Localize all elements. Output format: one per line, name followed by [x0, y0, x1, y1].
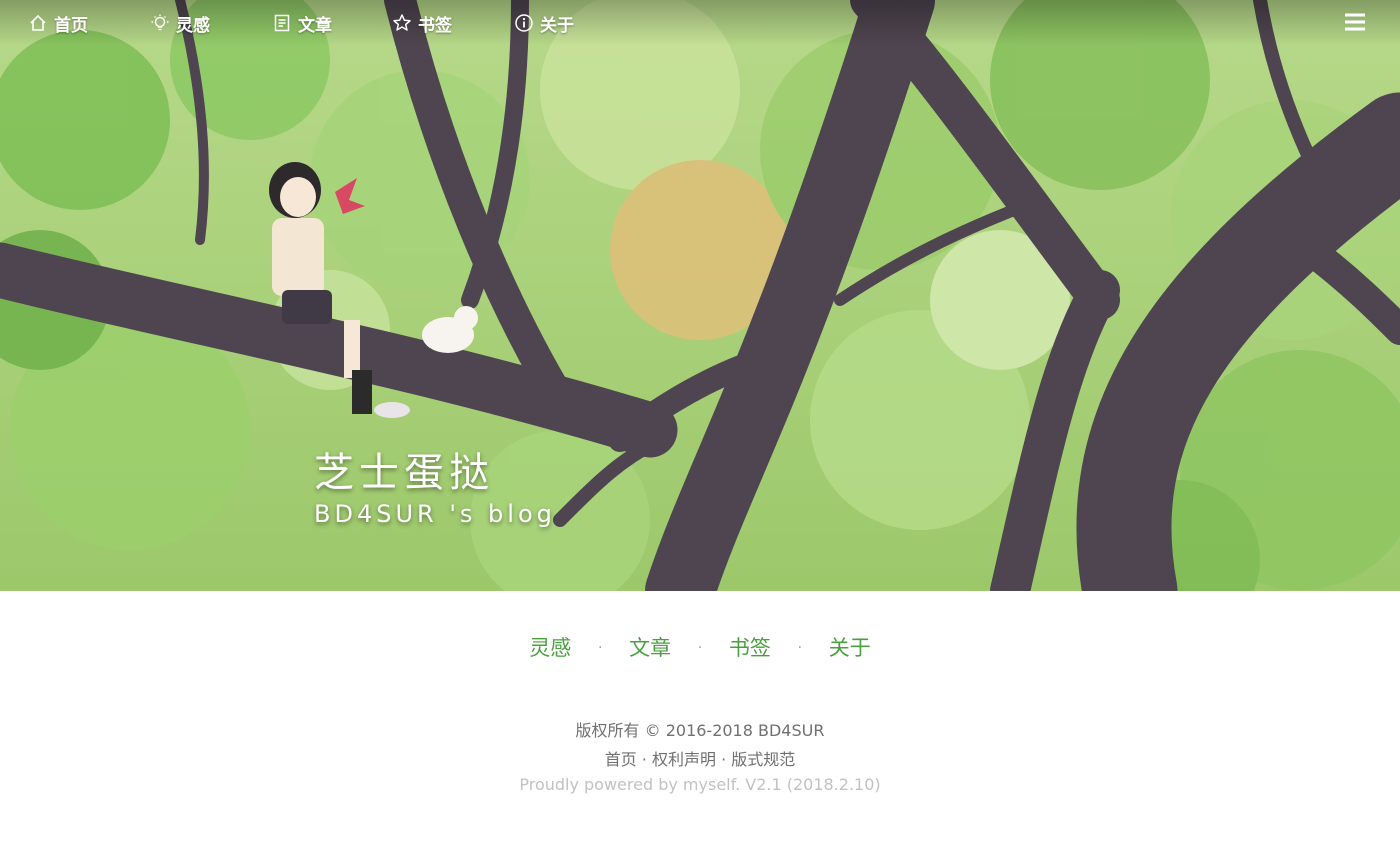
quick-nav-about[interactable]: 关于: [829, 636, 871, 660]
top-navigation-bar: 首页 灵感 文章 书签 关于: [0, 0, 1400, 46]
nav-inspiration[interactable]: 灵感: [150, 10, 210, 36]
footer-link-home[interactable]: 首页: [605, 750, 637, 769]
quick-nav-separator: ·: [797, 640, 803, 656]
footer-copyright: 版权所有 © 2016-2018 BD4SUR: [575, 721, 825, 740]
nav-home-label: 首页: [54, 15, 88, 36]
footer-links: 首页 · 权利声明 · 版式规范: [0, 746, 1400, 770]
nav-bookmarks-label: 书签: [418, 15, 452, 36]
hero-illustration: [0, 0, 1400, 591]
document-icon: [274, 14, 290, 32]
info-icon: [515, 14, 533, 32]
nav-bookmarks[interactable]: 书签: [392, 10, 452, 36]
quick-nav-separator: ·: [697, 640, 703, 656]
nav-inspiration-label: 灵感: [176, 15, 210, 36]
quick-nav-separator: ·: [597, 640, 603, 656]
star-icon: [393, 14, 411, 31]
site-title: 芝士蛋挞: [314, 450, 494, 496]
site-subtitle: BD4SUR 's blog: [314, 500, 556, 528]
nav-about[interactable]: 关于: [514, 10, 574, 36]
nav-articles[interactable]: 文章: [272, 10, 332, 36]
quick-nav: 灵感 · 文章 · 书签 · 关于: [0, 632, 1400, 662]
nav-about-label: 关于: [540, 15, 574, 36]
nav-home[interactable]: 首页: [28, 10, 88, 36]
hamburger-menu-icon: [1345, 13, 1365, 31]
footer-link-style-guide[interactable]: 版式规范: [731, 750, 795, 769]
nav-articles-label: 文章: [298, 15, 332, 36]
quick-nav-articles[interactable]: 文章: [629, 636, 671, 660]
quick-nav-inspiration[interactable]: 灵感: [529, 636, 571, 660]
footer-link-separator: ·: [636, 750, 652, 769]
menu-button[interactable]: [1343, 10, 1367, 34]
quick-nav-bookmarks[interactable]: 书签: [729, 636, 771, 660]
home-icon: [30, 14, 46, 31]
footer-link-rights[interactable]: 权利声明: [652, 750, 716, 769]
lightbulb-icon: [151, 14, 169, 31]
footer-powered-by: Proudly powered by myself. V2.1 (2018.2.…: [519, 775, 881, 794]
hero-banner: 首页 灵感 文章 书签 关于 芝士蛋挞 BD4SUR 's blog: [0, 0, 1400, 591]
footer-link-separator: ·: [716, 750, 732, 769]
